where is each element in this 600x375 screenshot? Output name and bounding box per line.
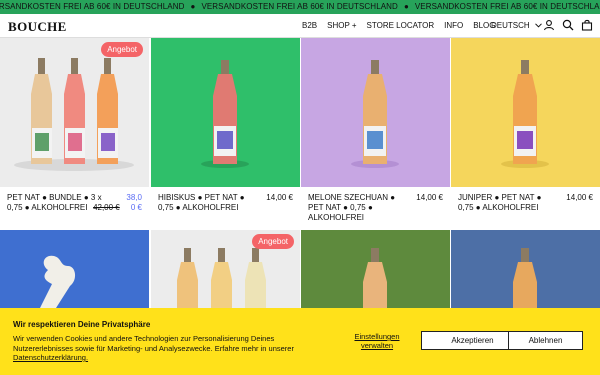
user-icon[interactable] bbox=[543, 19, 555, 31]
nav-shop[interactable]: SHOP + bbox=[327, 21, 356, 30]
product-name: MELONE SZECHUAN ● PET NAT ● 0,75 ● ALKOH… bbox=[308, 193, 396, 222]
bottle-image bbox=[513, 248, 537, 310]
announcement-bar: VERSANDKOSTEN FREI AB 60€ IN DEUTSCHLAND… bbox=[0, 0, 600, 14]
nav-b2b[interactable]: B2B bbox=[302, 21, 317, 30]
product-name: JUNIPER ● PET NAT ● 0,75 ● ALKOHOLFREI bbox=[458, 193, 542, 212]
bottle-image bbox=[351, 60, 399, 168]
product-name: PET NAT ● BUNDLE ● 3 x 0,75 ● ALKOHOLFRE… bbox=[7, 193, 102, 212]
decline-button[interactable]: Ablehnen bbox=[508, 331, 583, 350]
bottle-trio-image bbox=[14, 58, 134, 171]
product-caption[interactable]: PET NAT ● BUNDLE ● 3 x 0,75 ● ALKOHOLFRE… bbox=[0, 187, 149, 229]
announcement-text: VERSANDKOSTEN FREI AB 60€ IN DEUTSCHLAND bbox=[414, 2, 600, 11]
cookie-text: Wir verwenden Cookies und andere Technol… bbox=[13, 334, 294, 362]
cookie-title: Wir respektieren Deine Privatsphäre bbox=[13, 320, 151, 329]
product-name: HIBISKUS ● PET NAT ● 0,75 ● ALKOHOLFREI bbox=[158, 193, 245, 212]
product-price: 14,00 € bbox=[566, 193, 593, 202]
sale-badge: Angebot bbox=[101, 42, 143, 57]
search-icon[interactable] bbox=[562, 19, 574, 31]
product-image[interactable] bbox=[151, 38, 300, 187]
product-caption[interactable]: MELONE SZECHUAN ● PET NAT ● 0,75 ● ALKOH… bbox=[301, 187, 450, 229]
bag-icon[interactable] bbox=[581, 19, 593, 31]
product-price: 42,00 € 38,00 € bbox=[93, 193, 142, 213]
product-image[interactable] bbox=[451, 38, 600, 187]
chevron-down-icon bbox=[535, 23, 542, 28]
language-selector[interactable]: DEUTSCH bbox=[491, 21, 542, 30]
site-header: BOUCHE B2B SHOP + STORE LOCATOR INFO BLO… bbox=[0, 14, 600, 38]
main-nav: B2B SHOP + STORE LOCATOR INFO BLOG bbox=[302, 21, 495, 30]
product-caption[interactable]: JUNIPER ● PET NAT ● 0,75 ● ALKOHOLFREI 1… bbox=[451, 187, 600, 229]
logo[interactable]: BOUCHE bbox=[8, 19, 67, 35]
product-caption[interactable]: HIBISKUS ● PET NAT ● 0,75 ● ALKOHOLFREI … bbox=[151, 187, 300, 229]
bottle-image bbox=[501, 60, 549, 168]
nav-info[interactable]: INFO bbox=[444, 21, 463, 30]
language-label: DEUTSCH bbox=[491, 21, 530, 30]
manage-settings-link[interactable]: Einstellungen verwalten bbox=[351, 332, 403, 350]
old-price: 42,00 € bbox=[93, 203, 120, 212]
sale-badge: Angebot bbox=[252, 234, 294, 249]
product-image[interactable] bbox=[301, 38, 450, 187]
bottle-opener-image bbox=[40, 255, 76, 308]
announcement-text: VERSANDKOSTEN FREI AB 60€ IN DEUTSCHLAND bbox=[0, 2, 185, 11]
cookie-banner: Wir respektieren Deine Privatsphäre Wir … bbox=[0, 308, 600, 375]
bottle-image bbox=[363, 248, 387, 310]
announcement-text: VERSANDKOSTEN FREI AB 60€ IN DEUTSCHLAND bbox=[201, 2, 398, 11]
product-price: 14,00 € bbox=[266, 193, 293, 202]
nav-store-locator[interactable]: STORE LOCATOR bbox=[367, 21, 435, 30]
sale-price: 38,00 € bbox=[126, 193, 142, 212]
product-image[interactable]: Angebot bbox=[0, 38, 149, 187]
privacy-link[interactable]: Datenschutzerklärung. bbox=[13, 353, 88, 362]
bottle-image bbox=[201, 60, 249, 168]
product-price: 14,00 € bbox=[416, 193, 443, 202]
